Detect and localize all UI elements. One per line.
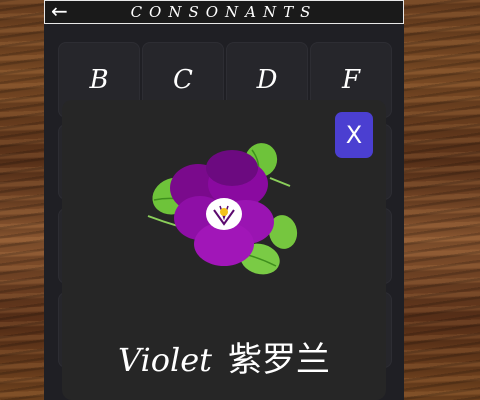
violet-flower-icon: [147, 143, 298, 275]
word-english: Violet: [117, 341, 213, 379]
page-title: CONSONANTS: [130, 3, 318, 21]
top-bar: ← CONSONANTS: [44, 0, 404, 24]
word-caption: Violet 紫罗兰: [62, 336, 386, 384]
close-popup-button[interactable]: X: [335, 112, 373, 158]
word-chinese: 紫罗兰: [228, 340, 331, 380]
